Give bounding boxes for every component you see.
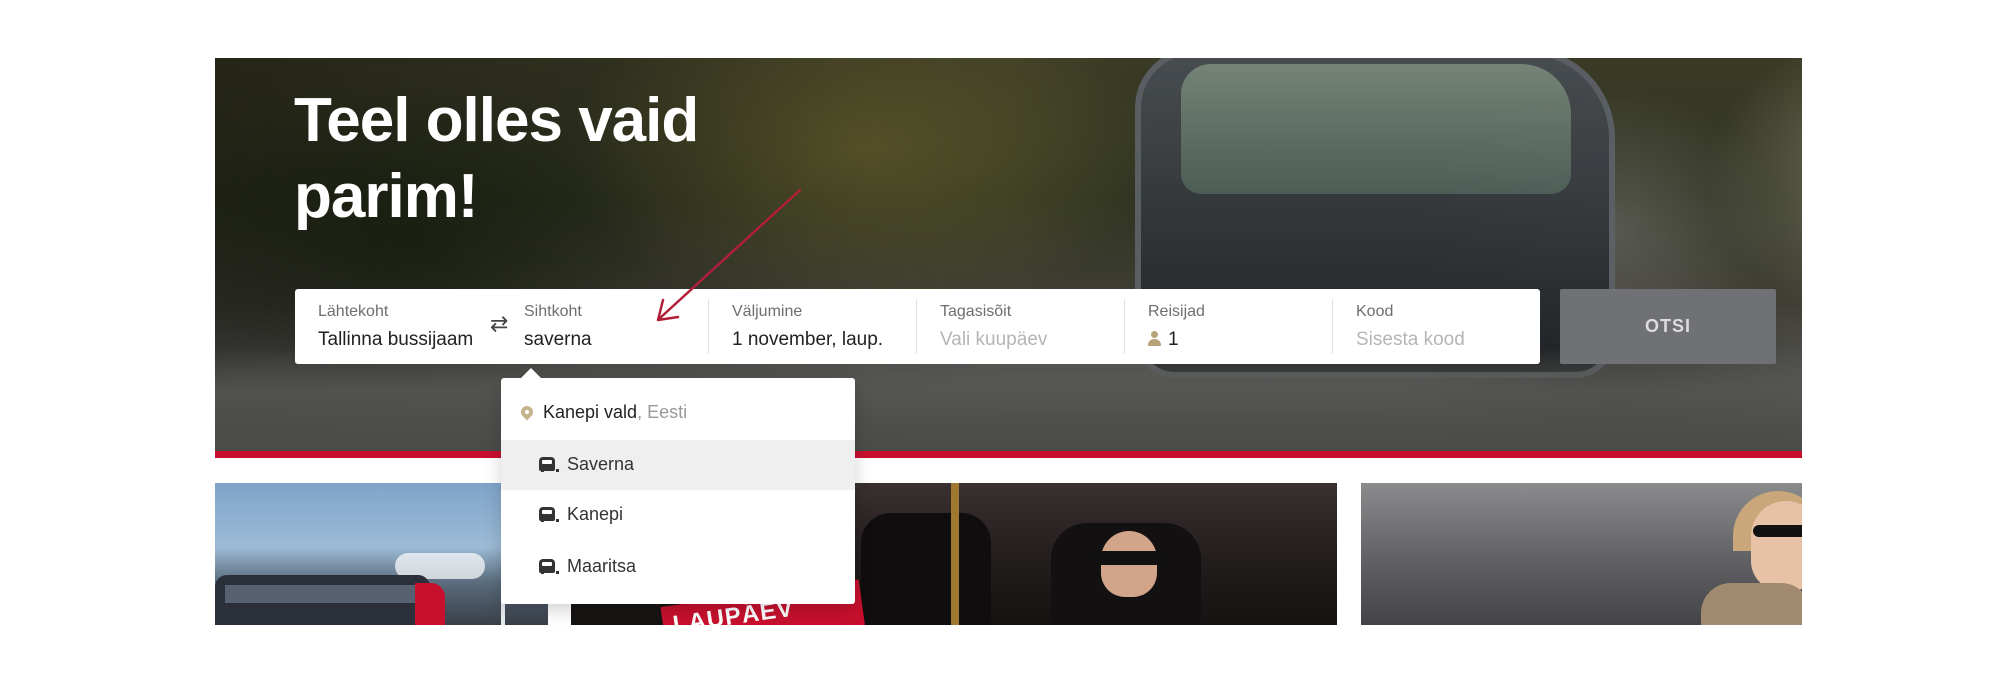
sleep-mask	[1095, 551, 1163, 565]
passengers-field[interactable]: Reisijad 1	[1125, 289, 1332, 364]
bus-icon	[539, 457, 559, 472]
from-label: Lähtekoht	[318, 303, 389, 320]
promo-card-1[interactable]	[215, 483, 548, 625]
hero-bus-window	[1181, 64, 1571, 194]
bus-seat	[861, 513, 991, 625]
suggestion-item-kanepi[interactable]: Kanepi	[501, 490, 855, 540]
promo-card-3[interactable]	[1361, 483, 1802, 625]
hero-road	[215, 348, 1802, 458]
suggestion-label: Maaritsa	[567, 556, 637, 576]
group-country: , Eesti	[637, 402, 688, 422]
suggestion-item-maaritsa[interactable]: Maaritsa	[501, 542, 855, 592]
departure-input[interactable]: 1 november, laup.	[732, 329, 883, 351]
suggestion-item-saverna[interactable]: Saverna	[501, 440, 855, 490]
hero-title: Teel olles vaid parim!	[294, 86, 699, 231]
hero-accent-bar	[215, 451, 1802, 458]
departure-label: Väljumine	[732, 303, 803, 320]
departure-field[interactable]: Väljumine 1 november, laup.	[709, 289, 916, 364]
sunglasses	[1753, 525, 1802, 537]
bus-icon	[539, 559, 559, 574]
card-bus-accent	[415, 583, 445, 625]
return-field[interactable]: Tagasisõit Vali kuupäev	[917, 289, 1124, 364]
to-input[interactable]: saverna	[524, 329, 592, 351]
search-button[interactable]: OTSI	[1560, 289, 1776, 364]
from-input[interactable]: Tallinna bussijaam	[318, 329, 473, 351]
coat	[1701, 583, 1802, 625]
destination-suggestions-dropdown: Kanepi vald, Eesti Saverna Kanepi Maarit…	[501, 368, 855, 604]
search-form: Lähtekoht Tallinna bussijaam ⇄ Sihtkoht …	[295, 289, 1540, 364]
code-label: Kood	[1356, 303, 1394, 320]
passengers-label: Reisijad	[1148, 303, 1205, 320]
woman-portrait	[1751, 501, 1802, 591]
passengers-count: 1	[1168, 329, 1179, 350]
code-field[interactable]: Kood Sisesta kood	[1333, 289, 1540, 364]
to-label: Sihtkoht	[524, 303, 582, 320]
suggestion-label: Kanepi	[567, 504, 624, 524]
location-pin-icon	[518, 403, 536, 421]
return-input[interactable]: Vali kuupäev	[940, 329, 1047, 351]
to-field[interactable]: Sihtkoht saverna	[501, 289, 701, 364]
code-input[interactable]: Sisesta kood	[1356, 329, 1465, 351]
seat-frame	[951, 483, 959, 625]
suggestion-group-header: Kanepi vald, Eesti	[518, 402, 688, 423]
person-icon	[1148, 331, 1161, 346]
suggestion-label: Saverna	[567, 454, 635, 474]
passengers-value-wrap[interactable]: 1	[1148, 329, 1179, 351]
from-field[interactable]: Lähtekoht Tallinna bussijaam	[295, 289, 495, 364]
group-name: Kanepi vald	[543, 402, 638, 422]
return-label: Tagasisõit	[940, 303, 1012, 320]
bus-icon	[539, 507, 559, 522]
card-bus-image	[215, 575, 430, 625]
